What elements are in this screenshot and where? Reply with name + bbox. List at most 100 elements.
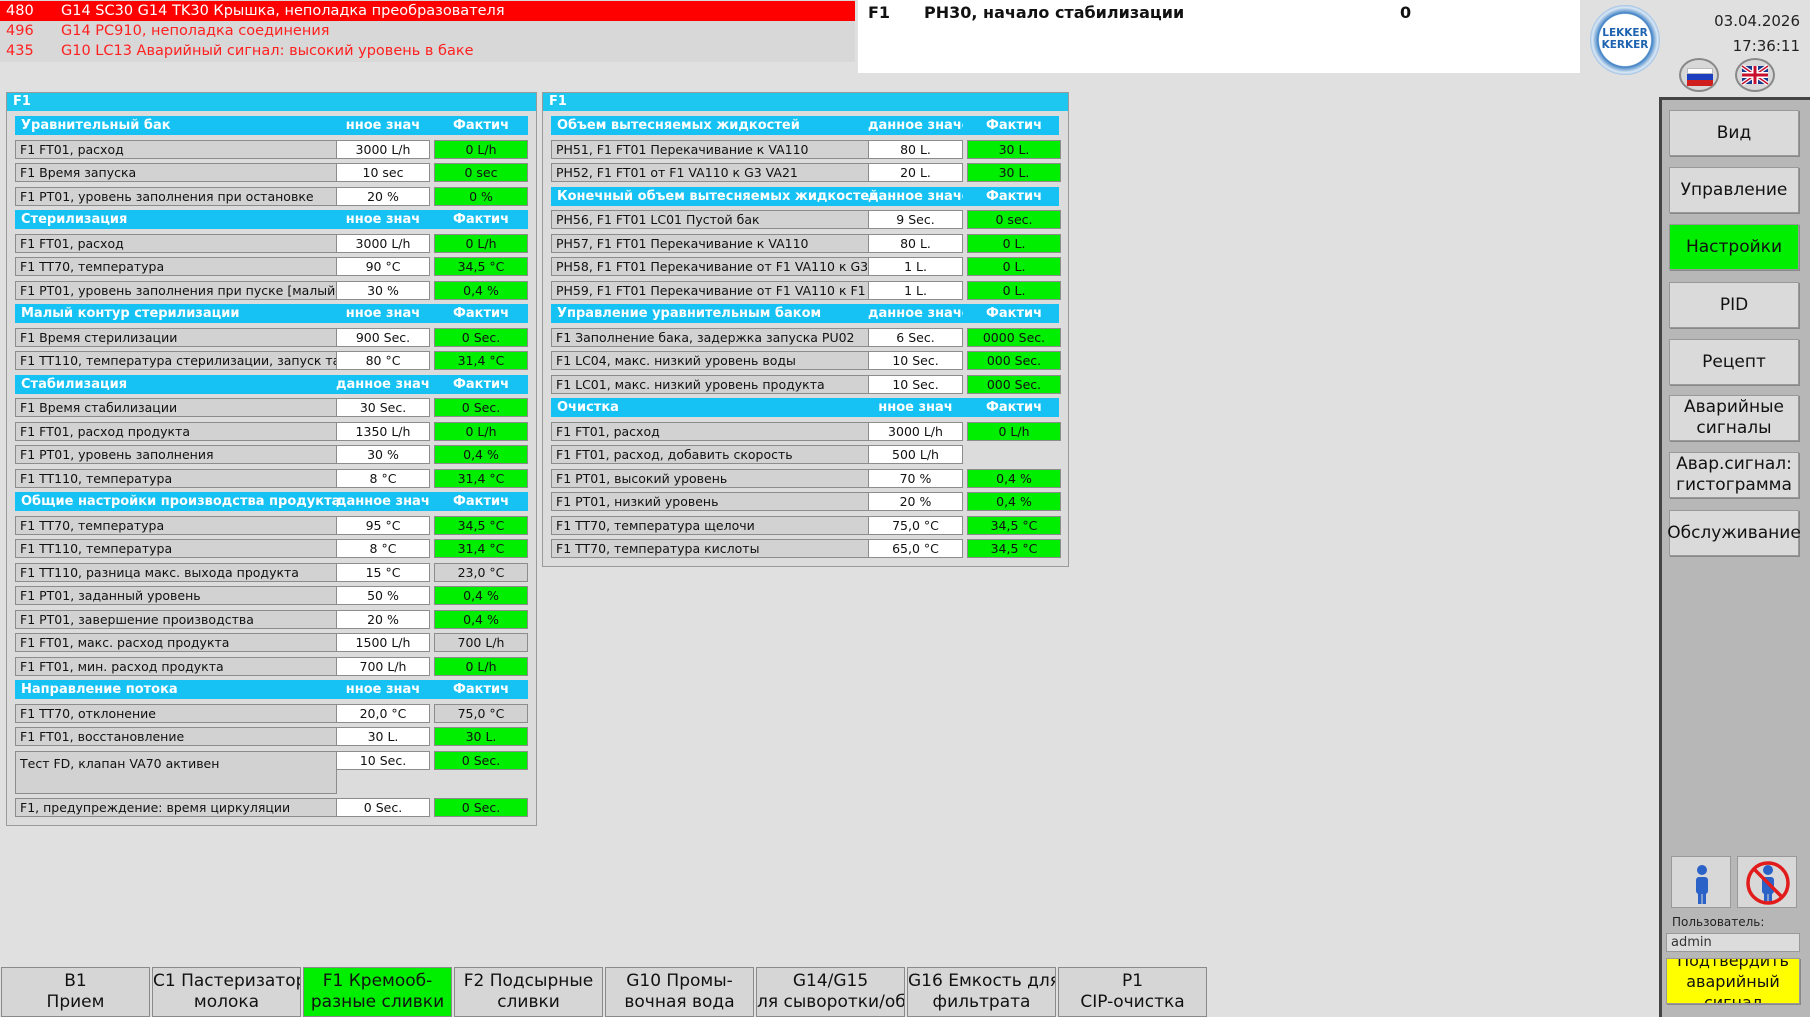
alarm-number: 480 <box>6 3 34 19</box>
setpoint-input[interactable]: 90 °C <box>336 257 430 276</box>
setpoint-input[interactable]: 50 % <box>336 586 430 605</box>
param-label: F1 TT70, отклонение <box>15 703 337 723</box>
setpoint-input[interactable]: 30 % <box>336 280 430 300</box>
unit-tab-line1: G10 Промы- <box>626 971 733 991</box>
unit-tab-1[interactable]: B1 Прием <box>1 967 150 1017</box>
unit-tab-6[interactable]: G14/G15 ля сыворотки/обр <box>756 967 905 1017</box>
setpoint-input[interactable]: 30 Sec. <box>336 398 430 417</box>
setpoint-input[interactable]: 20 L. <box>868 163 963 182</box>
unit-tab-line2: фильтрата <box>932 992 1031 1012</box>
setpoint-input[interactable]: 10 Sec. <box>336 750 430 770</box>
unit-tab-7[interactable]: G16 Емкость для фильтрата <box>907 967 1056 1017</box>
setpoint-input[interactable]: 80 L. <box>868 233 963 253</box>
setpoint-input[interactable]: 30 L. <box>336 727 430 746</box>
setpoint-input[interactable]: 10 sec <box>336 163 430 182</box>
actual-value: 0,4 % <box>967 492 1061 511</box>
section-title: Объем вытесняемых жидкостей <box>557 118 800 133</box>
unit-tab-3[interactable]: F1 Кремооб-разные сливки <box>303 967 452 1017</box>
section-header: Малый контур стерилизации нное знач Фактич <box>15 304 528 323</box>
param-label: F1 PT01, низкий уровень <box>551 492 869 511</box>
setpoint-input[interactable]: 8 °C <box>336 468 430 488</box>
actual-value: 34,5 °C <box>434 257 528 276</box>
setpoint-input[interactable]: 20 % <box>336 186 430 206</box>
actual-header: Фактич <box>985 188 1043 204</box>
actual-value: 23,0 °C <box>434 562 528 582</box>
unit-tab-8[interactable]: P1 CIP-очистка <box>1058 967 1207 1017</box>
nav-button-1[interactable]: Вид <box>1669 110 1799 156</box>
setpoint-input[interactable]: 500 L/h <box>868 445 963 464</box>
nav-button-2[interactable]: Управление <box>1669 167 1799 213</box>
setpoint-input[interactable]: 6 Sec. <box>868 327 963 347</box>
unit-tab-5[interactable]: G10 Промы-вочная вода <box>605 967 754 1017</box>
user-name-field[interactable]: admin <box>1666 933 1800 952</box>
setpoint-input[interactable]: 1 L. <box>868 257 963 276</box>
nav-button-6[interactable]: Аварийные сигналы <box>1669 395 1799 441</box>
setpoint-input[interactable]: 65,0 °C <box>868 539 963 558</box>
unit-tab-line1: G14/G15 <box>792 971 869 991</box>
setpoint-input[interactable]: 9 Sec. <box>868 210 963 229</box>
setpoint-input[interactable]: 70 % <box>868 468 963 488</box>
setpoint-header: данное значен <box>336 494 430 509</box>
param-label: F1 FT01, расход <box>15 139 337 159</box>
setpoint-input[interactable]: 3000 L/h <box>868 421 963 441</box>
setpoint-input[interactable]: 1 L. <box>868 280 963 300</box>
setpoint-input[interactable]: 30 % <box>336 445 430 464</box>
param-label: F1 FT01, расход <box>15 233 337 253</box>
alarm-row[interactable]: 480 G14 SC30 G14 TK30 Крышка, неполадка п… <box>0 1 855 21</box>
nav-button-label: Авар.сигнал: гистограмма <box>1676 454 1792 495</box>
setpoint-input[interactable]: 75,0 °C <box>868 515 963 535</box>
setpoint-input[interactable]: 20 % <box>868 492 963 511</box>
param-label: F1 LC01, макс. низкий уровень продукта <box>551 374 869 394</box>
setpoint-input[interactable]: 95 °C <box>336 515 430 535</box>
param-label: PH59, F1 FT01 Перекачивание от F1 VA110 … <box>551 280 869 300</box>
param-label: F1 Время запуска <box>15 163 337 182</box>
nav-button-4[interactable]: PID <box>1669 282 1799 328</box>
alarm-row[interactable]: 496 G14 PC910, неполадка соединения <box>0 21 855 41</box>
setpoint-input[interactable]: 20,0 °C <box>336 703 430 723</box>
actual-value: 000 Sec. <box>967 351 1061 370</box>
setpoint-input[interactable]: 10 Sec. <box>868 374 963 394</box>
unit-tab-4[interactable]: F2 Подсырные сливки <box>454 967 603 1017</box>
user-logout-icon[interactable] <box>1737 856 1797 908</box>
nav-button-5[interactable]: Рецепт <box>1669 339 1799 385</box>
setpoint-input[interactable]: 0 Sec. <box>336 798 430 817</box>
actual-header: Фактич <box>452 212 510 227</box>
setpoint-input[interactable]: 15 °C <box>336 562 430 582</box>
actual-header: Фактич <box>452 494 510 509</box>
param-label: F1 PT01, уровень заполнения <box>15 445 337 464</box>
nav-button-3[interactable]: Настройки <box>1669 224 1799 270</box>
setpoint-input[interactable]: 80 °C <box>336 351 430 370</box>
unit-tab-line2: CIP-очистка <box>1080 992 1185 1012</box>
confirm-alarm-button[interactable]: Подтвердить аварийный сигнал <box>1666 958 1800 1004</box>
actual-value: 000 Sec. <box>967 374 1061 394</box>
actual-value: 31,4 °C <box>434 351 528 370</box>
setpoint-input[interactable]: 1500 L/h <box>336 633 430 652</box>
panel-title: F1 <box>543 93 1068 111</box>
setpoint-header: нное знач <box>345 118 421 133</box>
setpoint-input[interactable]: 900 Sec. <box>336 327 430 347</box>
actual-value: 0 Sec. <box>434 798 528 817</box>
nav-button-7[interactable]: Авар.сигнал: гистограмма <box>1669 452 1799 498</box>
nav-button-8[interactable]: Обслуживание <box>1667 510 1801 556</box>
setpoint-input[interactable]: 80 L. <box>868 139 963 159</box>
setpoint-input[interactable]: 700 L/h <box>336 656 430 676</box>
setpoint-input[interactable]: 10 Sec. <box>868 351 963 370</box>
section-header: Управление уравнительным баком данное зна… <box>551 304 1059 323</box>
param-label: F1 TT110, температура стерилизации, запу… <box>15 351 337 370</box>
user-login-icon[interactable] <box>1671 856 1731 908</box>
setpoint-input[interactable]: 3000 L/h <box>336 139 430 159</box>
setpoint-input[interactable]: 20 % <box>336 609 430 629</box>
unit-tab-line2: Прием <box>46 992 105 1012</box>
actual-value: 0 L/h <box>434 656 528 676</box>
alarm-list[interactable]: 480 G14 SC30 G14 TK30 Крышка, неполадка п… <box>0 0 855 62</box>
setpoint-input[interactable]: 8 °C <box>336 539 430 558</box>
unit-tab-2[interactable]: C1 Пастеризатор молока <box>152 967 301 1017</box>
section-header: Стабилизация данное значен Фактич <box>15 374 528 394</box>
flag-ru-icon[interactable] <box>1679 58 1719 92</box>
flag-gb-icon[interactable] <box>1735 58 1775 92</box>
alarm-row[interactable]: 435 G10 LC13 Аварийный сигнал: высокий ур… <box>0 41 855 61</box>
setpoint-input[interactable]: 3000 L/h <box>336 233 430 253</box>
actual-header: Фактич <box>452 376 510 392</box>
setpoint-input[interactable]: 1350 L/h <box>336 421 430 441</box>
nav-button-label: PID <box>1719 294 1749 315</box>
